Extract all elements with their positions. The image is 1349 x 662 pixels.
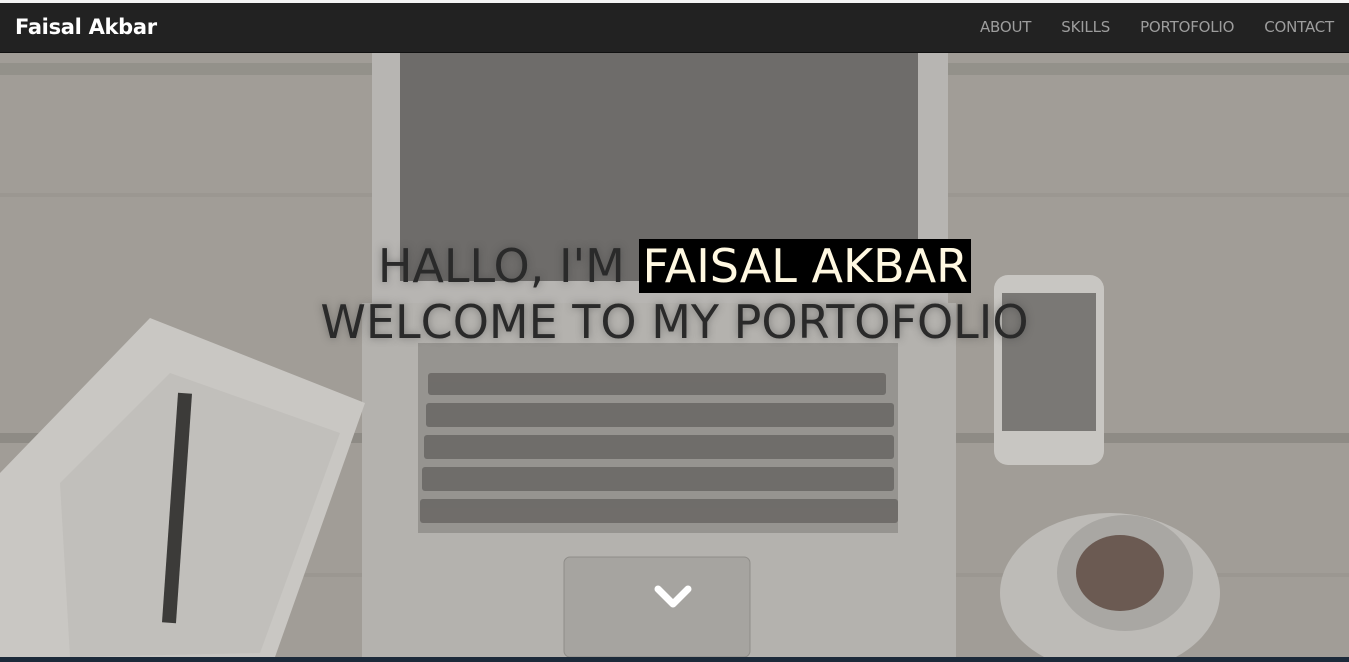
- chevron-down-icon: [654, 585, 692, 608]
- hero-greeting: HALLO, I'M FAISAL AKBAR: [0, 239, 1349, 293]
- top-navbar: Faisal Akbar ABOUT SKILLS PORTOFOLIO CON…: [0, 3, 1349, 53]
- hero-welcome: WELCOME TO MY PORTOFOLIO: [320, 295, 1029, 349]
- brand-logo-link[interactable]: Faisal Akbar: [15, 15, 157, 39]
- nav-menu: ABOUT SKILLS PORTOFOLIO CONTACT: [980, 18, 1334, 36]
- nav-link-about[interactable]: ABOUT: [980, 18, 1031, 36]
- nav-link-skills[interactable]: SKILLS: [1061, 18, 1110, 36]
- os-taskbar-edge: [0, 657, 1349, 662]
- hero-background-image: [0, 53, 1349, 657]
- hero-section: HALLO, I'M FAISAL AKBAR WELCOME TO MY PO…: [0, 53, 1349, 657]
- nav-link-portofolio[interactable]: PORTOFOLIO: [1140, 18, 1234, 36]
- greeting-prefix: HALLO, I'M: [377, 239, 625, 293]
- name-highlight: FAISAL AKBAR: [639, 239, 972, 293]
- scroll-down-button[interactable]: [654, 583, 692, 613]
- nav-link-contact[interactable]: CONTACT: [1264, 18, 1334, 36]
